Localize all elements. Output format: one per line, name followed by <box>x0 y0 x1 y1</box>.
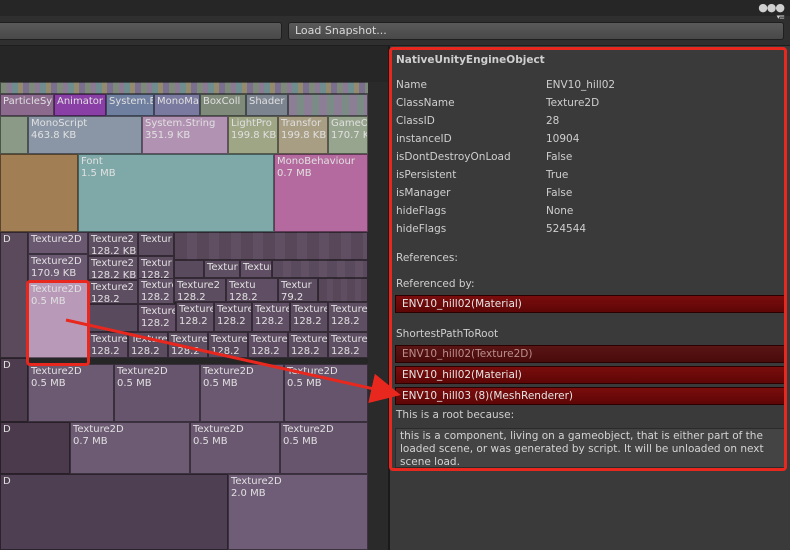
annotation-arrow <box>65 318 401 404</box>
